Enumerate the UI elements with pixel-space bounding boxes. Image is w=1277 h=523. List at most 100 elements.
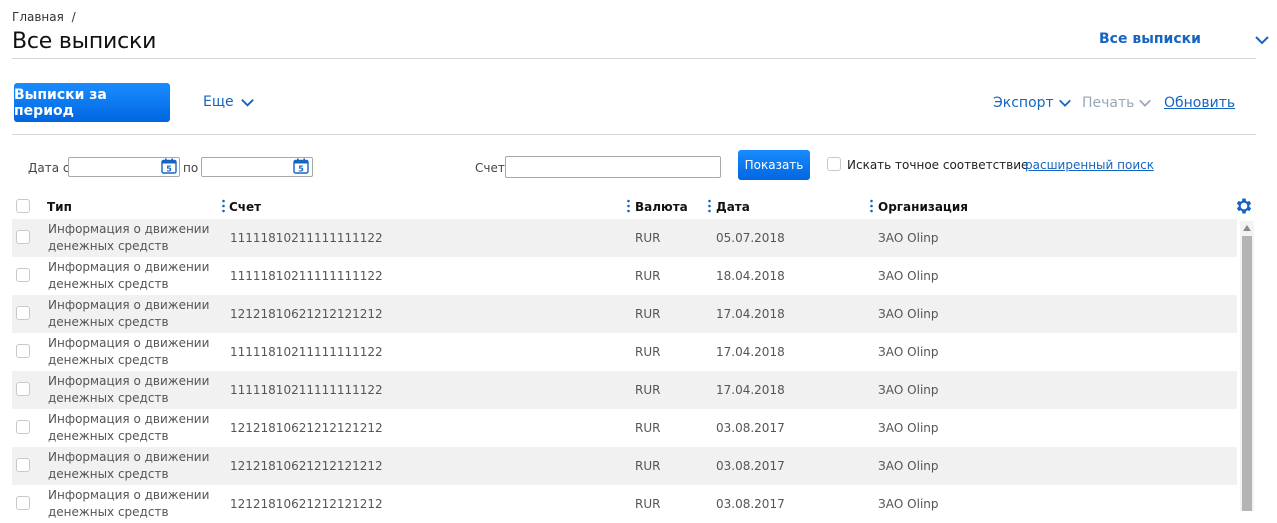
row-type: Информация о движении денежных средств — [48, 222, 210, 253]
row-checkbox[interactable] — [16, 496, 30, 510]
column-dots-icon[interactable] — [708, 199, 711, 213]
view-selector-label[interactable]: Все выписки — [1099, 31, 1201, 47]
row-organization: ЗАО Olinp — [878, 383, 939, 397]
exact-match-checkbox[interactable] — [827, 157, 841, 171]
row-account: 11111810211111111122 — [230, 231, 383, 245]
date-from-label: Дата с — [28, 161, 70, 175]
row-date: 03.08.2017 — [716, 459, 785, 473]
row-checkbox[interactable] — [16, 458, 30, 472]
row-date: 03.08.2017 — [716, 497, 785, 511]
row-checkbox[interactable] — [16, 420, 30, 434]
exact-match-label: Искать точное соответствие — [847, 158, 1029, 172]
row-organization: ЗАО Olinp — [878, 231, 939, 245]
row-organization: ЗАО Olinp — [878, 459, 939, 473]
column-dots-icon[interactable] — [870, 199, 873, 213]
row-date: 03.08.2017 — [716, 421, 785, 435]
row-currency: RUR — [635, 345, 661, 359]
breadcrumb-home[interactable]: Главная — [12, 10, 64, 24]
row-account: 11111810211111111122 — [230, 383, 383, 397]
select-all-checkbox[interactable] — [16, 199, 30, 213]
row-currency: RUR — [635, 459, 661, 473]
row-type: Информация о движении денежных средств — [48, 260, 210, 291]
more-label: Еще — [203, 94, 234, 110]
header-divider — [12, 58, 1256, 59]
row-type: Информация о движении денежных средств — [48, 374, 210, 405]
export-label: Экспорт — [993, 95, 1054, 111]
row-currency: RUR — [635, 421, 661, 435]
table-row[interactable]: Информация о движении денежных средств 12… — [12, 295, 1237, 333]
table-row[interactable]: Информация о движении денежных средств 11… — [12, 333, 1237, 371]
chevron-down-icon — [240, 98, 254, 107]
table-row[interactable]: Информация о движении денежных средств 11… — [12, 219, 1237, 257]
page-title: Все выписки — [12, 29, 157, 54]
row-type: Информация о движении денежных средств — [48, 488, 210, 519]
row-currency: RUR — [635, 497, 661, 511]
breadcrumb-separator: / — [71, 10, 76, 24]
row-organization: ЗАО Olinp — [878, 307, 939, 321]
row-currency: RUR — [635, 269, 661, 283]
row-checkbox[interactable] — [16, 268, 30, 282]
column-header-type[interactable]: Тип — [47, 200, 72, 214]
column-dots-icon[interactable] — [627, 199, 630, 213]
row-date: 17.04.2018 — [716, 345, 785, 359]
row-date: 05.07.2018 — [716, 231, 785, 245]
column-header-organization[interactable]: Организация — [878, 200, 968, 214]
row-account: 12121810621212121212 — [230, 307, 383, 321]
row-type: Информация о движении денежных средств — [48, 298, 210, 329]
column-header-currency[interactable]: Валюта — [635, 200, 688, 214]
row-date: 17.04.2018 — [716, 383, 785, 397]
row-currency: RUR — [635, 231, 661, 245]
row-organization: ЗАО Olinp — [878, 269, 939, 283]
print-label: Печать — [1082, 95, 1135, 111]
table-row[interactable]: Информация о движении денежных средств 12… — [12, 485, 1237, 523]
date-to-label: по — [183, 161, 199, 175]
row-organization: ЗАО Olinp — [878, 345, 939, 359]
row-date: 18.04.2018 — [716, 269, 785, 283]
toolbar-divider — [12, 134, 1256, 135]
calendar-icon[interactable]: 5 — [161, 158, 177, 174]
statements-for-period-button[interactable]: Выписки за период — [14, 83, 170, 122]
scrollbar-thumb[interactable] — [1242, 236, 1252, 511]
row-account: 12121810621212121212 — [230, 421, 383, 435]
table-row[interactable]: Информация о движении денежных средств 11… — [12, 371, 1237, 409]
column-header-date[interactable]: Дата — [716, 200, 750, 214]
row-checkbox[interactable] — [16, 230, 30, 244]
account-label: Счет — [475, 161, 505, 175]
row-account: 11111810211111111122 — [230, 345, 383, 359]
svg-text:5: 5 — [298, 165, 304, 174]
scroll-up-arrow-icon[interactable] — [1243, 224, 1251, 232]
row-currency: RUR — [635, 383, 661, 397]
row-account: 12121810621212121212 — [230, 497, 383, 511]
row-account: 11111810211111111122 — [230, 269, 383, 283]
table-row[interactable]: Информация о движении денежных средств 12… — [12, 447, 1237, 485]
row-type: Информация о движении денежных средств — [48, 412, 210, 443]
table-row[interactable]: Информация о движении денежных средств 12… — [12, 409, 1237, 447]
row-type: Информация о движении денежных средств — [48, 450, 210, 481]
row-organization: ЗАО Olinp — [878, 497, 939, 511]
chevron-down-icon — [1139, 99, 1152, 107]
column-header-account[interactable]: Счет — [229, 200, 261, 214]
row-checkbox[interactable] — [16, 382, 30, 396]
print-menu[interactable]: Печать — [1082, 95, 1152, 111]
row-currency: RUR — [635, 307, 661, 321]
row-type: Информация о движении денежных средств — [48, 336, 210, 367]
gear-icon[interactable] — [1234, 196, 1254, 216]
chevron-down-icon[interactable] — [1254, 32, 1270, 48]
row-date: 17.04.2018 — [716, 307, 785, 321]
row-account: 12121810621212121212 — [230, 459, 383, 473]
svg-text:5: 5 — [166, 165, 172, 174]
account-field[interactable] — [505, 156, 721, 178]
column-dots-icon[interactable] — [222, 199, 225, 213]
row-organization: ЗАО Olinp — [878, 421, 939, 435]
export-menu[interactable]: Экспорт — [993, 95, 1072, 111]
table-row[interactable]: Информация о движении денежных средств 11… — [12, 257, 1237, 295]
show-button[interactable]: Показать — [738, 150, 810, 180]
refresh-link[interactable]: Обновить — [1164, 95, 1235, 111]
chevron-down-icon — [1058, 99, 1071, 107]
row-checkbox[interactable] — [16, 306, 30, 320]
breadcrumb: Главная / — [12, 10, 76, 24]
row-checkbox[interactable] — [16, 344, 30, 358]
calendar-icon[interactable]: 5 — [293, 158, 309, 174]
advanced-search-link[interactable]: расширенный поиск — [1025, 158, 1154, 172]
more-menu[interactable]: Еще — [203, 94, 255, 110]
